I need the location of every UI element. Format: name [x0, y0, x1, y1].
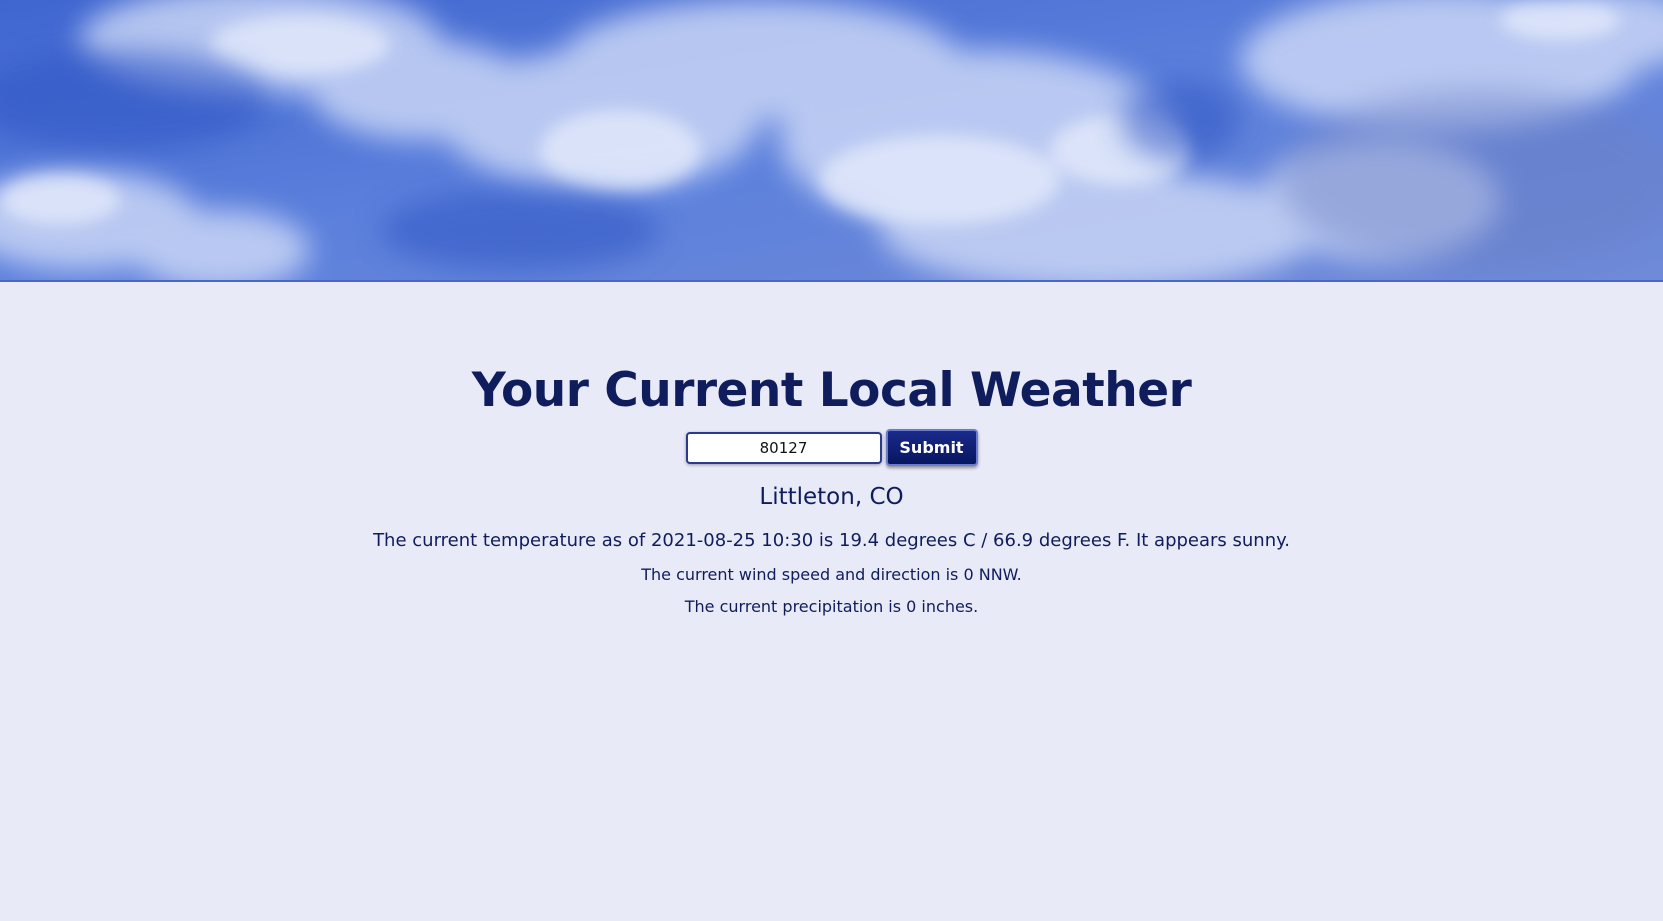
sky-banner	[0, 0, 1663, 282]
zip-code-input[interactable]	[685, 431, 882, 464]
page-title: Your Current Local Weather	[471, 363, 1192, 418]
submit-button[interactable]: Submit	[885, 429, 978, 466]
precipitation-text: The current precipitation is 0 inches.	[684, 597, 979, 616]
location-name: Littleton, CO	[759, 484, 904, 510]
temperature-text: The current temperature as of 2021-08-25…	[373, 530, 1290, 551]
wind-text: The current wind speed and direction is …	[641, 565, 1022, 584]
zip-search-form: Submit	[0, 429, 1663, 466]
sky-clouds-image	[0, 0, 1663, 280]
weather-content: Your Current Local Weather Submit Little…	[0, 282, 1663, 616]
